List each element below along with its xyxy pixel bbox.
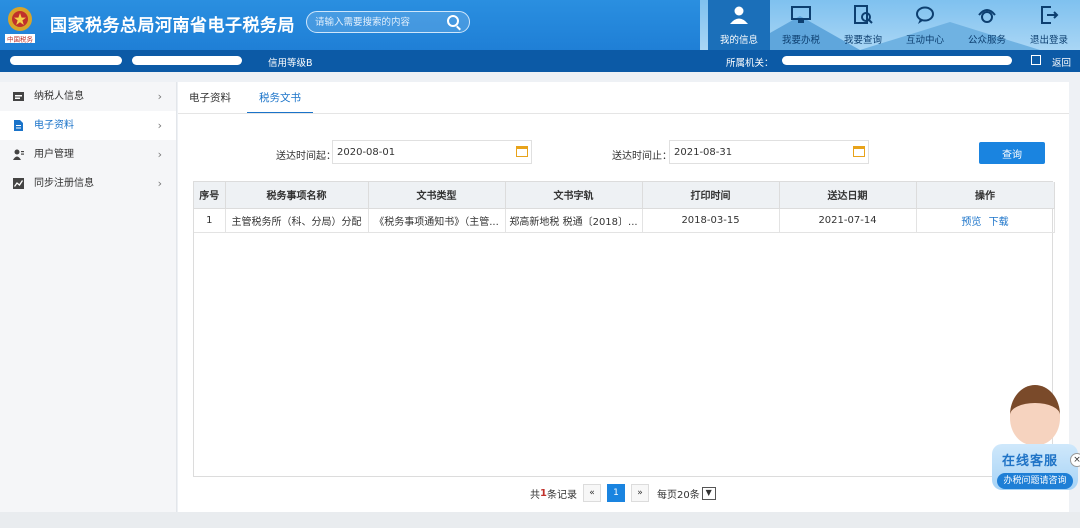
sidebar-item-label: 用户管理 — [34, 149, 74, 160]
header-bar: 中国税务 国家税务总局河南省电子税务局 我的信息 我要办税 我要查询 互动中心 … — [0, 0, 1080, 50]
search-input[interactable] — [315, 15, 445, 29]
tax-emblem-icon: 中国税务 — [5, 7, 35, 44]
nav-label: 退出登录 — [1029, 35, 1068, 46]
online-service-widget[interactable]: 在线客服 办税问题请咨询 × — [990, 380, 1080, 500]
col-header-doc-type: 文书类型 — [368, 182, 506, 209]
agency-label: 所属机关： — [726, 58, 774, 69]
prev-page-button[interactable]: « — [582, 484, 601, 502]
page-size-select[interactable]: 每页20条 ▼ — [657, 486, 716, 501]
monitor-icon — [791, 6, 811, 23]
id-card-icon — [13, 92, 24, 101]
calendar-icon[interactable] — [516, 146, 528, 157]
chevron-down-icon[interactable]: ▼ — [701, 486, 716, 500]
return-link[interactable]: 返回 — [1052, 55, 1071, 69]
nav-public-service[interactable]: 公众服务 — [956, 0, 1018, 50]
sidebar-item-electronic-data[interactable]: 电子资料 › — [0, 111, 176, 140]
tab-bar: 电子资料 税务文书 — [178, 82, 1069, 114]
next-page-button[interactable]: » — [630, 484, 649, 502]
return-icon[interactable] — [1031, 55, 1041, 65]
documents-table: 序号 税务事项名称 文书类型 文书字轨 打印时间 送达日期 操作 1 主管税务所… — [193, 181, 1055, 477]
calendar-icon[interactable] — [853, 146, 865, 157]
redacted-taxpayer-name — [10, 56, 122, 65]
service-subtitle[interactable]: 办税问题请咨询 — [997, 473, 1073, 489]
cell-print-time: 2018-03-15 — [642, 208, 780, 233]
start-date-input[interactable] — [332, 140, 532, 164]
sidebar-item-user-management[interactable]: 用户管理 › — [0, 140, 176, 169]
nav-my-info[interactable]: 我的信息 — [708, 0, 770, 50]
close-icon[interactable]: × — [1070, 453, 1080, 467]
col-header-item-name: 税务事项名称 — [225, 182, 369, 209]
cell-doc-type: 《税务事项通知书》（主管... — [368, 208, 506, 233]
tab-electronic-data[interactable]: 电子资料 — [189, 90, 231, 114]
col-header-actions: 操作 — [916, 182, 1055, 209]
nav-label: 我要办税 — [781, 35, 820, 46]
logout-icon — [1041, 6, 1059, 24]
cell-index: 1 — [194, 208, 226, 233]
total-count: 1 — [540, 487, 547, 499]
total-suffix: 条记录 — [546, 489, 577, 501]
footer-bar — [0, 512, 1080, 528]
chevron-right-icon: › — [157, 177, 162, 190]
nav-label: 我要查询 — [843, 35, 882, 46]
cell-actions: 预览 下载 — [916, 208, 1055, 233]
service-avatar — [1010, 385, 1060, 445]
cell-delivery-date: 2021-07-14 — [779, 208, 917, 233]
sidebar-item-label: 同步注册信息 — [34, 178, 94, 189]
site-title: 国家税务总局河南省电子税务局 — [50, 16, 295, 36]
nav-label: 公众服务 — [967, 35, 1006, 46]
chevron-right-icon: › — [157, 148, 162, 161]
pagination: 共 1 条记录 « 1 » 每页20条 ▼ — [530, 483, 716, 503]
col-header-index: 序号 — [194, 182, 226, 209]
col-header-delivery-date: 送达日期 — [779, 182, 917, 209]
sidebar: 纳税人信息 › 电子资料 › 用户管理 › 同步注册信息 › — [0, 82, 177, 512]
cell-item-name: 主管税务所（科、分局）分配 — [225, 208, 369, 233]
credit-level: 信用等级B — [268, 58, 313, 69]
nav-logout[interactable]: 退出登录 — [1018, 0, 1080, 50]
taxpayer-info-bar: 信用等级B 所属机关： 返回 — [0, 50, 1080, 72]
top-nav: 我的信息 我要办税 我要查询 互动中心 公众服务 退出登录 — [708, 0, 1080, 50]
sidebar-item-taxpayer-info[interactable]: 纳税人信息 › — [0, 82, 176, 111]
chat-icon — [916, 6, 934, 24]
document-icon — [14, 120, 23, 131]
start-date-label: 送达时间起： — [276, 151, 336, 162]
tab-divider — [178, 113, 1069, 114]
tab-tax-documents[interactable]: 税务文书 — [247, 90, 313, 114]
search-icon[interactable] — [447, 15, 459, 27]
chart-icon — [13, 178, 24, 189]
main-content: 电子资料 税务文书 送达时间起： 送达时间止： 查询 序号 税务事项名称 文书类… — [178, 82, 1069, 512]
end-date-label: 送达时间止： — [612, 151, 672, 162]
download-link[interactable]: 下载 — [989, 217, 1009, 228]
col-header-doc-code: 文书字轨 — [505, 182, 643, 209]
nav-tax-handling[interactable]: 我要办税 — [770, 0, 832, 50]
end-date-input[interactable] — [669, 140, 869, 164]
table-row: 1 主管税务所（科、分局）分配 《税务事项通知书》（主管... 郑高新地税 税通… — [194, 208, 1055, 233]
sidebar-item-label: 电子资料 — [34, 120, 74, 131]
nav-interaction[interactable]: 互动中心 — [894, 0, 956, 50]
service-icon — [978, 9, 996, 23]
sidebar-item-sync-registration[interactable]: 同步注册信息 › — [0, 169, 176, 198]
cell-doc-code: 郑高新地税 税通〔2018〕... — [505, 208, 643, 233]
redacted-agency — [782, 56, 1012, 65]
table-header-row: 序号 税务事项名称 文书类型 文书字轨 打印时间 送达日期 操作 — [194, 182, 1055, 209]
page-size-value: 每页20条 — [656, 489, 700, 501]
chevron-right-icon: › — [157, 119, 162, 132]
preview-link[interactable]: 预览 — [961, 217, 981, 228]
service-title: 在线客服 — [1002, 454, 1059, 469]
total-prefix: 共 — [530, 489, 540, 501]
nav-query[interactable]: 我要查询 — [832, 0, 894, 50]
user-manage-icon — [13, 149, 24, 160]
nav-label: 互动中心 — [905, 35, 944, 46]
nav-label: 我的信息 — [719, 35, 758, 46]
page-1-button[interactable]: 1 — [606, 484, 625, 502]
col-header-print-time: 打印时间 — [642, 182, 780, 209]
chevron-right-icon: › — [157, 90, 162, 103]
sidebar-item-label: 纳税人信息 — [34, 91, 84, 102]
search-doc-icon — [854, 5, 873, 24]
user-icon — [730, 6, 748, 24]
query-button[interactable]: 查询 — [979, 142, 1045, 164]
redacted-taxpayer-id — [132, 56, 242, 65]
search-box[interactable] — [306, 11, 470, 33]
emblem-text: 中国税务 — [7, 35, 34, 44]
